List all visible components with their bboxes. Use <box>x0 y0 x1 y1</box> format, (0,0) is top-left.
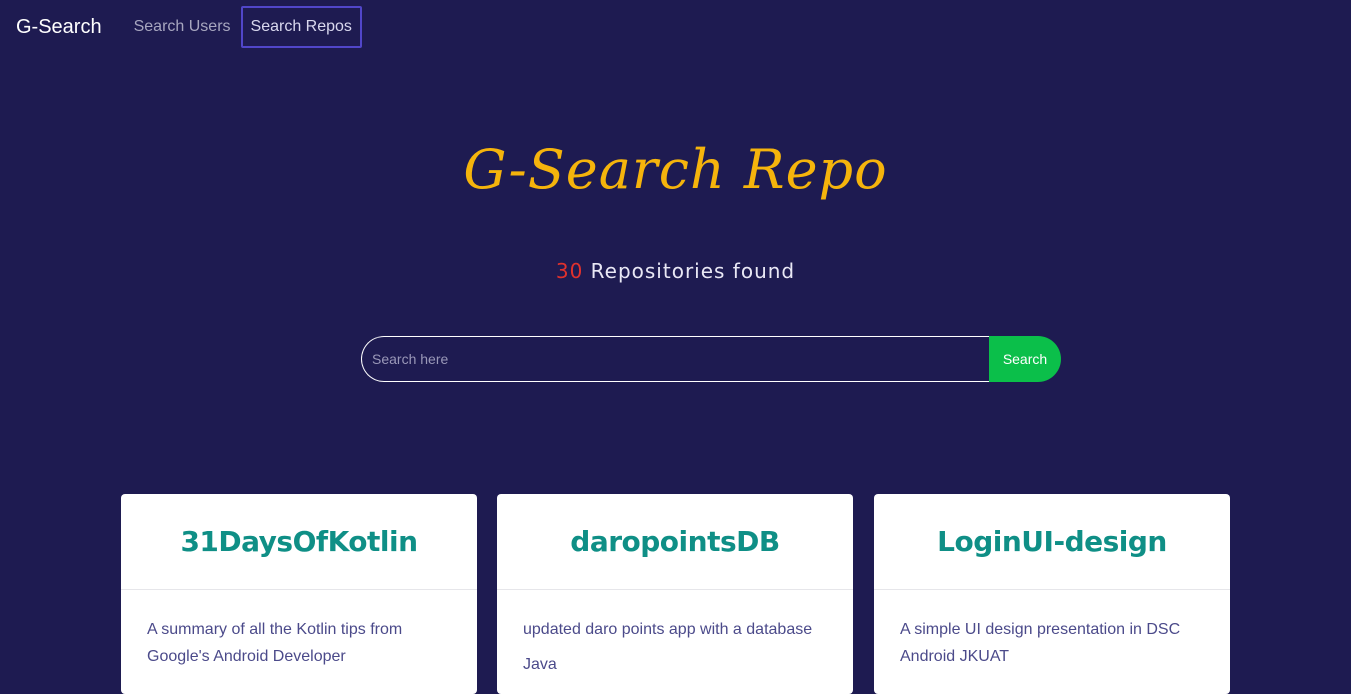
repo-card-body: A summary of all the Kotlin tips from Go… <box>121 590 477 670</box>
repo-card-body: updated daro points app with a database … <box>497 590 853 678</box>
navbar: G-Search Search Users Search Repos <box>0 0 1351 54</box>
brand-logo[interactable]: G-Search <box>16 16 102 39</box>
repo-card[interactable]: 31DaysOfKotlin A summary of all the Kotl… <box>121 494 477 694</box>
repo-description: A summary of all the Kotlin tips from Go… <box>147 621 403 665</box>
repo-name[interactable]: LoginUI-design <box>937 525 1167 558</box>
repo-card-header: daropointsDB <box>497 494 853 590</box>
repo-description: updated daro points app with a database <box>523 621 813 638</box>
repo-name[interactable]: daropointsDB <box>570 525 780 558</box>
repo-card[interactable]: daropointsDB updated daro points app wit… <box>497 494 853 694</box>
search-input[interactable] <box>361 336 989 382</box>
repo-language: Java <box>523 656 557 673</box>
repo-description: A simple UI design presentation in DSC A… <box>900 621 1181 665</box>
nav-link-search-repos[interactable]: Search Repos <box>240 6 362 48</box>
nav-link-search-users[interactable]: Search Users <box>124 6 241 48</box>
page-title: G-Search Repo <box>463 138 888 201</box>
repo-count-line: 30 Repositories found <box>0 259 1351 283</box>
search-button[interactable]: Search <box>989 336 1061 382</box>
repo-count-label: Repositories found <box>590 259 796 283</box>
repo-count: 30 <box>555 259 584 283</box>
repo-card-header: 31DaysOfKotlin <box>121 494 477 590</box>
repo-name[interactable]: 31DaysOfKotlin <box>180 525 418 558</box>
repo-card-body: A simple UI design presentation in DSC A… <box>874 590 1230 670</box>
repo-card-header: LoginUI-design <box>874 494 1230 590</box>
repo-card-grid: 31DaysOfKotlin A summary of all the Kotl… <box>121 494 1230 694</box>
repo-card[interactable]: LoginUI-design A simple UI design presen… <box>874 494 1230 694</box>
search-bar: Search <box>361 336 1061 382</box>
